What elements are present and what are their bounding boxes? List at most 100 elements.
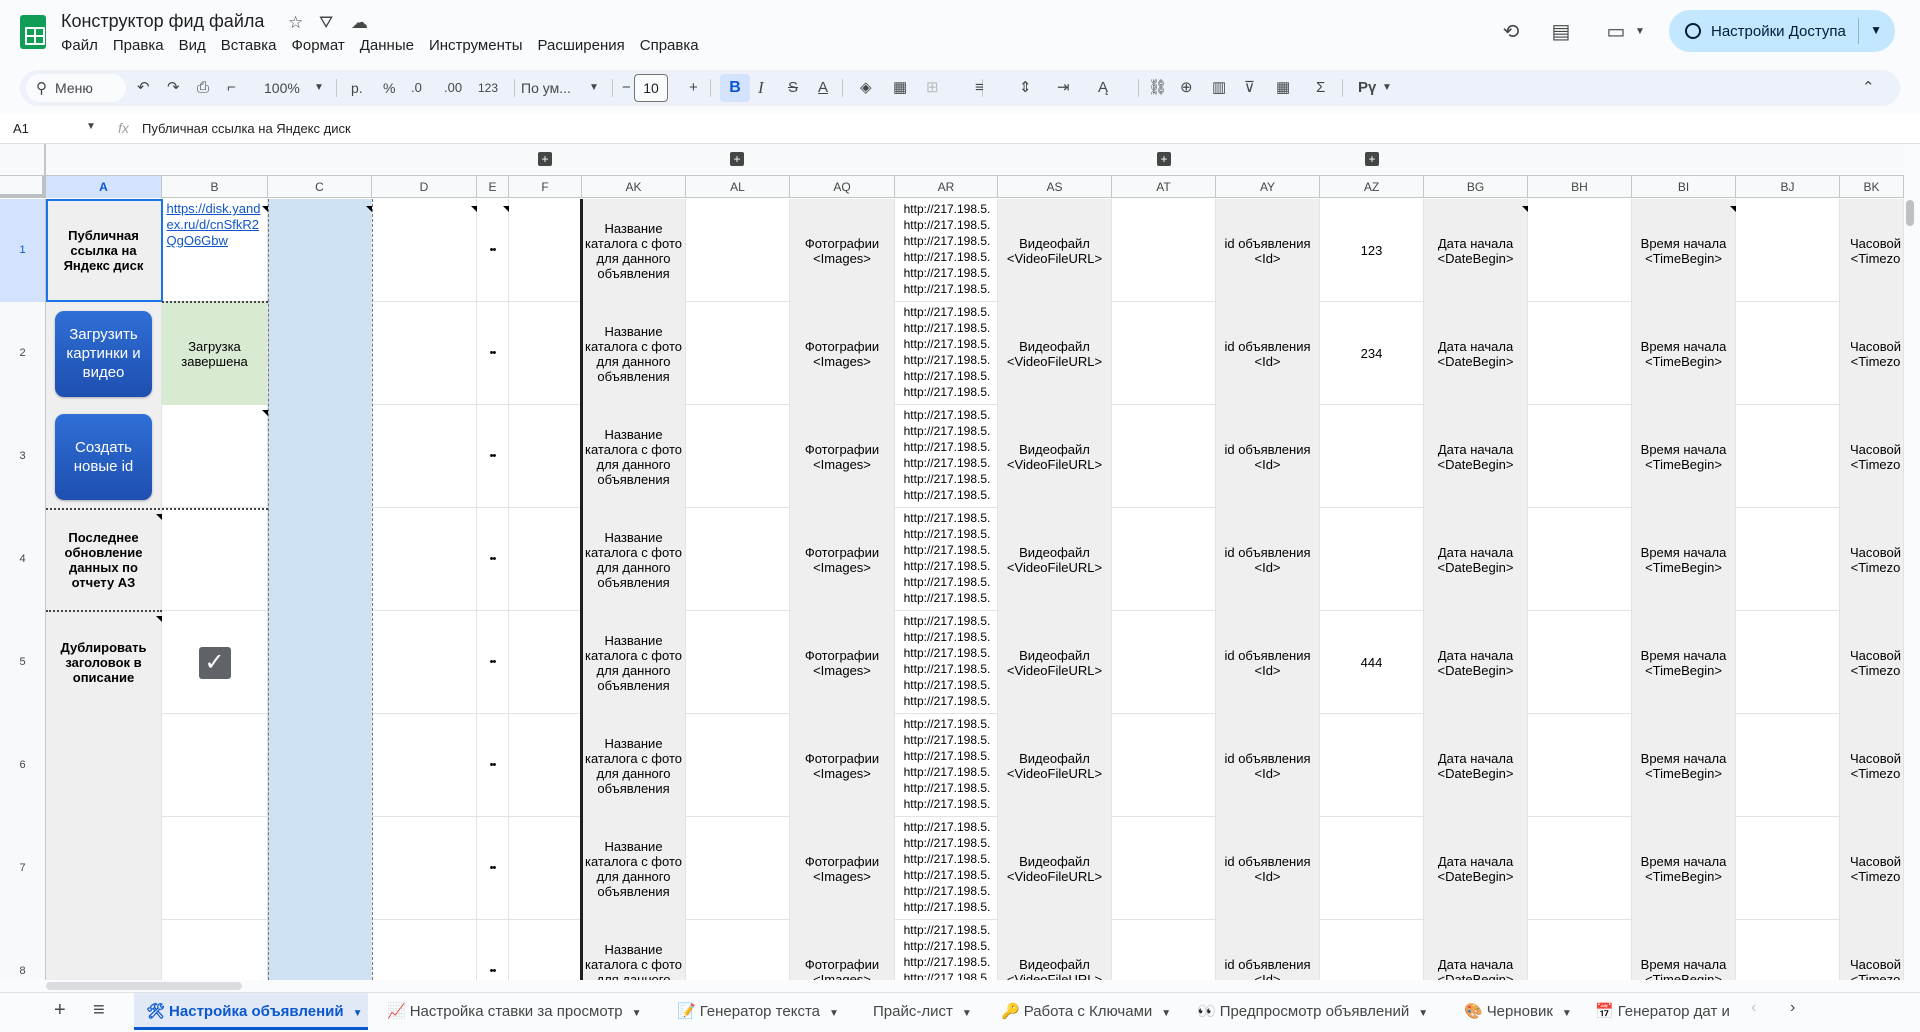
cell-aq[interactable]: Фотографии <Images>: [790, 714, 895, 817]
comment-icon[interactable]: ▤: [1548, 19, 1574, 45]
cell-f[interactable]: [509, 302, 582, 405]
chevron-down-icon[interactable]: ▼: [962, 1008, 972, 1019]
cell-ar[interactable]: http://217.198.5. http://217.198.5. http:/…: [895, 405, 998, 508]
align-vertical-icon[interactable]: ⇕: [1019, 77, 1032, 99]
cell-b[interactable]: [162, 508, 268, 611]
cell-d[interactable]: [372, 302, 477, 405]
cell-at[interactable]: [1112, 405, 1216, 508]
cell-a4[interactable]: Последнее обновление данных по отчету АЗ: [46, 508, 162, 611]
sheet-tab[interactable]: 🔑 Работа с Ключами ▼: [989, 993, 1177, 1030]
expand-group-icon[interactable]: +: [730, 152, 744, 166]
cell-bh[interactable]: [1528, 714, 1632, 817]
cell-c[interactable]: [268, 199, 372, 302]
cell-al[interactable]: [686, 302, 790, 405]
cell-bg[interactable]: Дата начала <DateBegin>: [1424, 817, 1528, 920]
cell-e[interactable]: ••: [477, 302, 509, 405]
cell-ar[interactable]: http://217.198.5. http://217.198.5. http:/…: [895, 920, 998, 980]
paint-format-icon[interactable]: ⌐: [227, 77, 236, 99]
column-header-ay[interactable]: AY: [1216, 176, 1320, 198]
vertical-scrollbar[interactable]: [1906, 200, 1914, 226]
column-header-a[interactable]: A: [46, 176, 162, 198]
filter-icon[interactable]: ⊽: [1244, 77, 1255, 99]
cell-aq[interactable]: Фотографии <Images>: [790, 817, 895, 920]
cell-ak[interactable]: Название каталога с фото для данного объ…: [582, 508, 686, 611]
expand-group-icon[interactable]: +: [538, 152, 552, 166]
cell-bj[interactable]: [1736, 611, 1840, 714]
cell-ak[interactable]: Название каталога с фото для данного объ…: [582, 817, 686, 920]
cell-az[interactable]: [1320, 920, 1424, 980]
cell-d[interactable]: [372, 817, 477, 920]
row-header[interactable]: 3: [0, 405, 46, 508]
increase-decimal[interactable]: .00: [444, 77, 462, 99]
cell-aq[interactable]: Фотографии <Images>: [790, 508, 895, 611]
cell-az[interactable]: 234: [1320, 302, 1424, 405]
cell-as[interactable]: Видеофайл <VideoFileURL>: [998, 302, 1112, 405]
cell-f[interactable]: [509, 611, 582, 714]
input-tools-button[interactable]: Рү: [1358, 77, 1376, 99]
move-to-drive-icon[interactable]: ⛛: [319, 13, 333, 33]
cell-at[interactable]: [1112, 302, 1216, 405]
cell-e[interactable]: ••: [477, 920, 509, 980]
merge-cells-icon[interactable]: ⊞: [926, 77, 939, 99]
cell-ay[interactable]: id объявления <Id>: [1216, 920, 1320, 980]
cell-bg[interactable]: Дата начала <DateBegin>: [1424, 405, 1528, 508]
cell-bg[interactable]: Дата начала <DateBegin>: [1424, 508, 1528, 611]
sheet-grid[interactable]: + + + + A B C D E F AK AL AQ AR AS AT AY…: [0, 144, 1904, 980]
cell-bg[interactable]: Дата начала <DateBegin>: [1424, 611, 1528, 714]
column-header-bi[interactable]: BI: [1632, 176, 1736, 198]
menu-data[interactable]: Данные: [360, 37, 414, 54]
cell-al[interactable]: [686, 920, 790, 980]
create-ids-button[interactable]: Создать новые id: [55, 413, 152, 500]
cell-az[interactable]: 123: [1320, 199, 1424, 302]
horizontal-scrollbar[interactable]: [46, 982, 242, 990]
cell-bk[interactable]: Часовой <Timezo: [1840, 405, 1904, 508]
cell-b[interactable]: [162, 714, 268, 817]
cell-ay[interactable]: id объявления <Id>: [1216, 508, 1320, 611]
row-header[interactable]: 1: [0, 199, 46, 302]
cell-bi[interactable]: Время начала <TimeBegin>: [1632, 611, 1736, 714]
cell-ar[interactable]: http://217.198.5. http://217.198.5. http:/…: [895, 199, 998, 302]
cell-at[interactable]: [1112, 611, 1216, 714]
cell-bj[interactable]: [1736, 920, 1840, 980]
cell-ay[interactable]: id объявления <Id>: [1216, 302, 1320, 405]
column-header-at[interactable]: AT: [1112, 176, 1216, 198]
row-header[interactable]: 5: [0, 611, 46, 714]
cell-bk[interactable]: Часовой <Timezo: [1840, 302, 1904, 405]
cell-bk[interactable]: Часовой <Timezo: [1840, 920, 1904, 980]
column-header-aq[interactable]: AQ: [790, 176, 895, 198]
cell-al[interactable]: [686, 817, 790, 920]
row-header[interactable]: 7: [0, 817, 46, 920]
cell-a[interactable]: [46, 920, 162, 980]
sheets-logo-icon[interactable]: [20, 15, 46, 49]
cell-e[interactable]: ••: [477, 405, 509, 508]
column-header-f[interactable]: F: [509, 176, 582, 198]
cell-f[interactable]: [509, 508, 582, 611]
cell-aq[interactable]: Фотографии <Images>: [790, 920, 895, 980]
cell-bj[interactable]: [1736, 199, 1840, 302]
cell-as[interactable]: Видеофайл <VideoFileURL>: [998, 714, 1112, 817]
cell-at[interactable]: [1112, 199, 1216, 302]
cell-ay[interactable]: id объявления <Id>: [1216, 817, 1320, 920]
cell-bg[interactable]: Дата начала <DateBegin>: [1424, 302, 1528, 405]
strikethrough-button[interactable]: S: [788, 77, 798, 99]
cell-bi[interactable]: Время начала <TimeBegin>: [1632, 199, 1736, 302]
cell-at[interactable]: [1112, 508, 1216, 611]
share-button[interactable]: Настройки Доступа ▼: [1669, 10, 1895, 52]
cell-bj[interactable]: [1736, 508, 1840, 611]
chevron-down-icon[interactable]: ▼: [353, 1008, 363, 1019]
cell-e[interactable]: ••: [477, 508, 509, 611]
cell-a3[interactable]: Создать новые id: [46, 405, 162, 508]
cell-bi[interactable]: Время начала <TimeBegin>: [1632, 405, 1736, 508]
cell-bk[interactable]: Часовой <Timezo: [1840, 817, 1904, 920]
cell-at[interactable]: [1112, 817, 1216, 920]
cell-ar[interactable]: http://217.198.5. http://217.198.5. http:/…: [895, 714, 998, 817]
cell-ak[interactable]: Название каталога с фото для данного объ…: [582, 302, 686, 405]
cell-f[interactable]: [509, 199, 582, 302]
cell-bi[interactable]: Время начала <TimeBegin>: [1632, 508, 1736, 611]
cell-d[interactable]: [372, 508, 477, 611]
history-icon[interactable]: ⟲: [1498, 19, 1524, 45]
formula-input[interactable]: Публичная ссылка на Яндекс диск: [142, 121, 351, 136]
cell-ay[interactable]: id объявления <Id>: [1216, 199, 1320, 302]
add-sheet-icon[interactable]: +: [54, 999, 66, 1022]
cell-ar[interactable]: http://217.198.5. http://217.198.5. http:/…: [895, 508, 998, 611]
